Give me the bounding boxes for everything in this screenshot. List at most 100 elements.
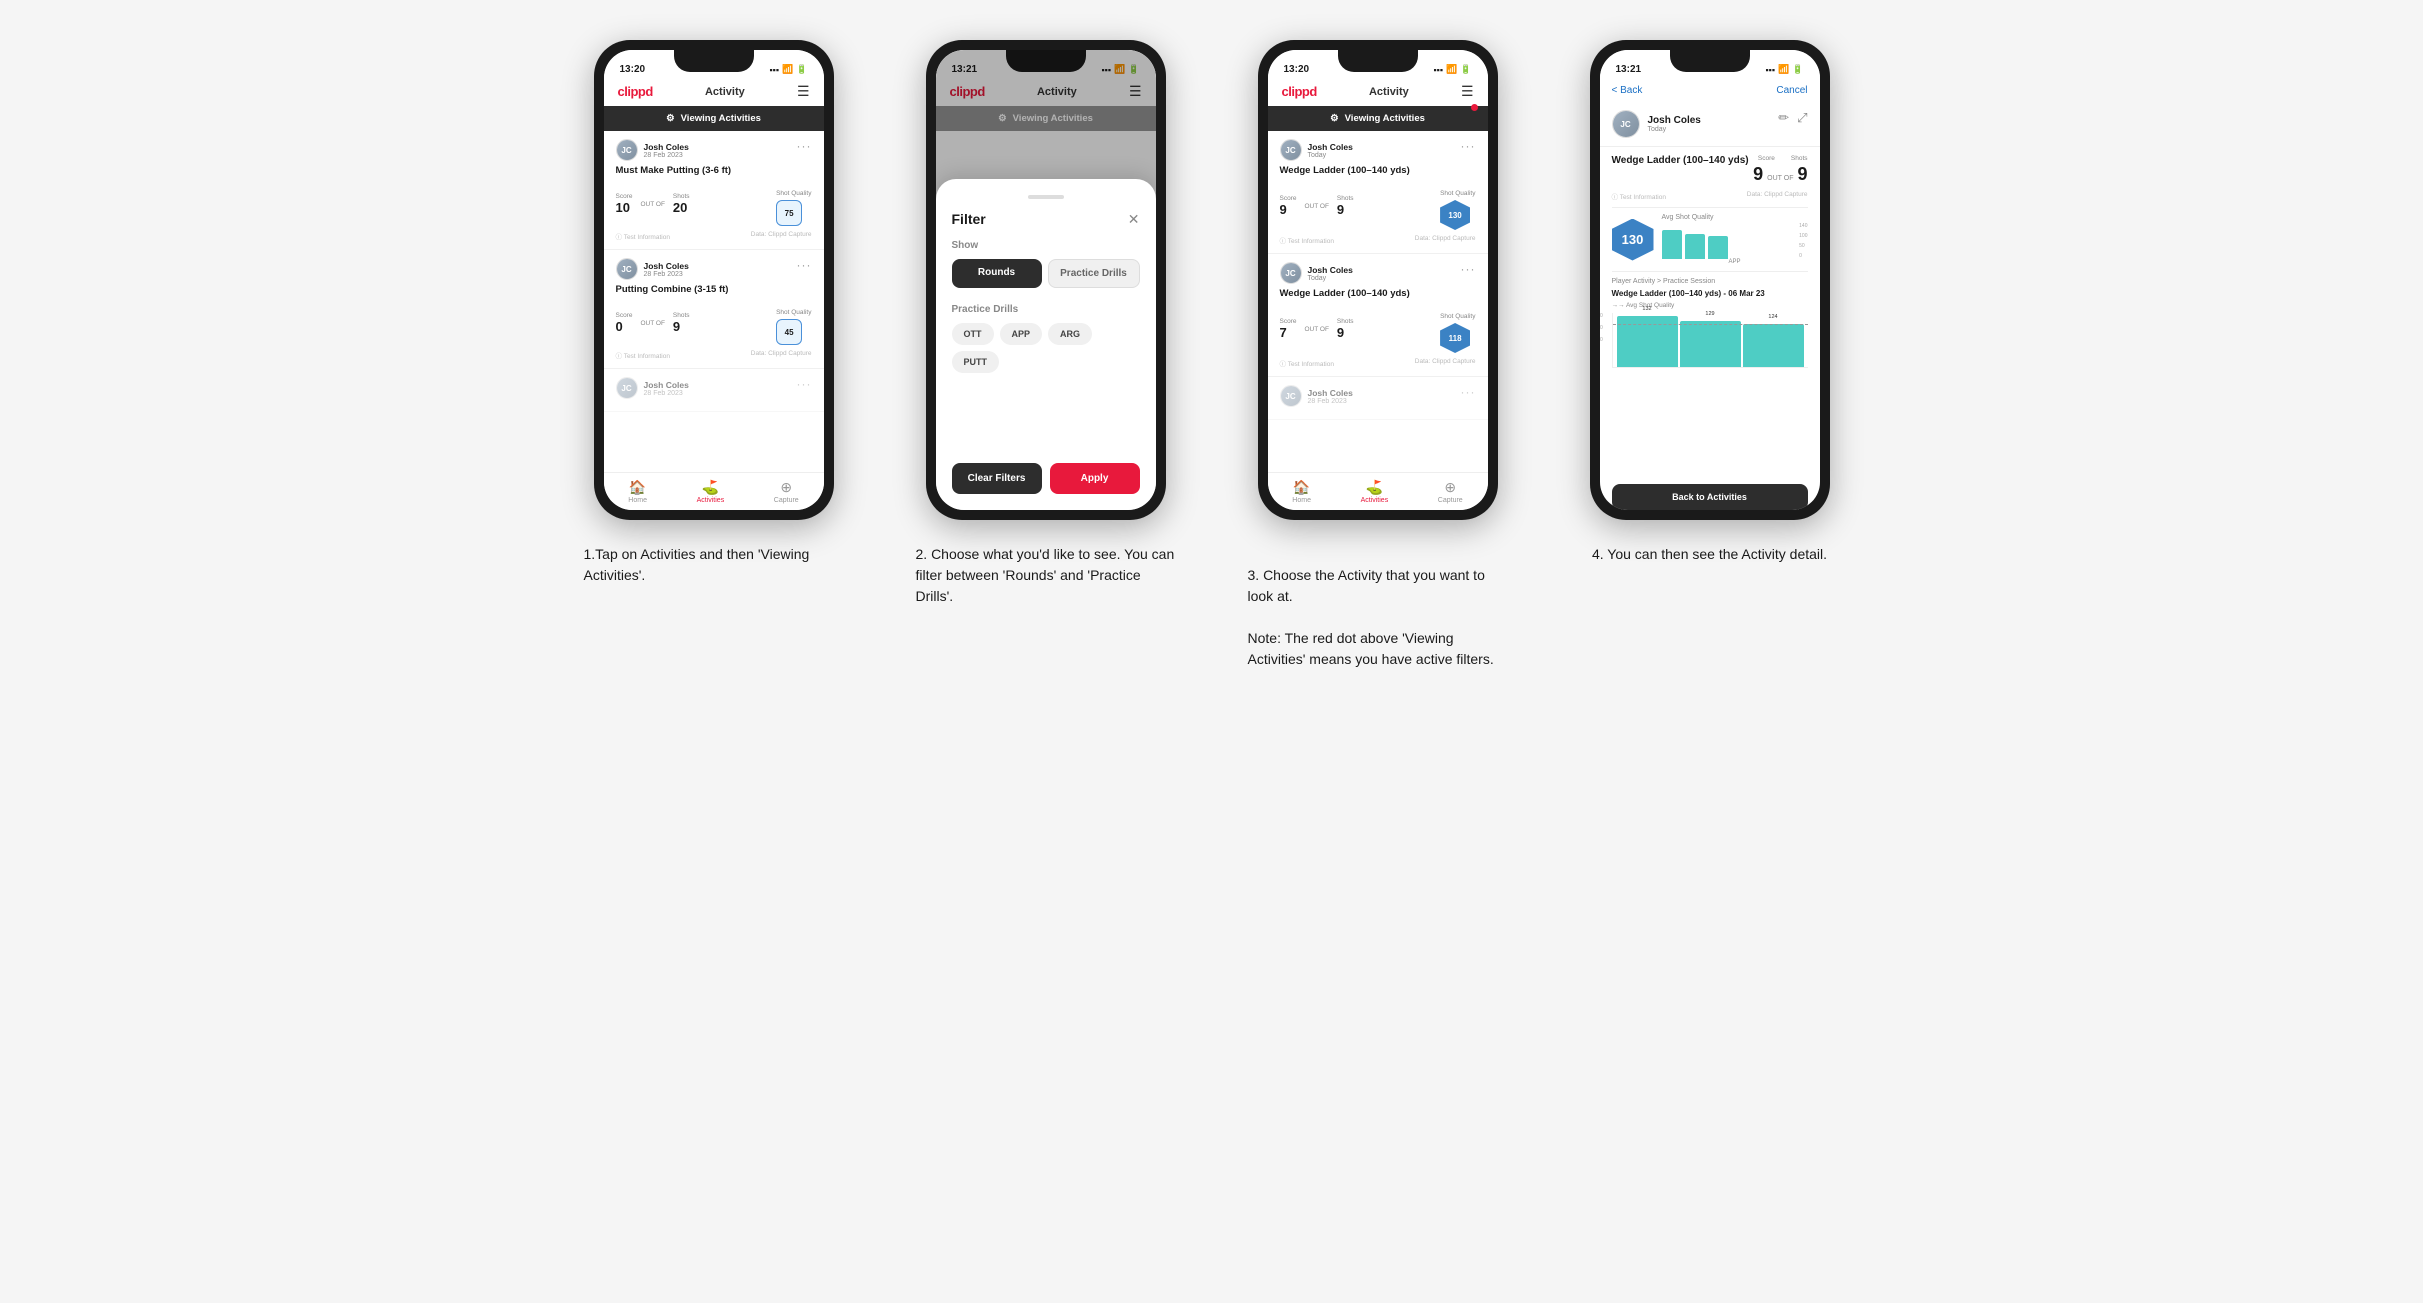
chip-ott[interactable]: OTT: [952, 323, 994, 345]
chip-putt[interactable]: PUTT: [952, 351, 1000, 373]
phone-1: 13:20 ▪▪▪ 📶 🔋 clippd Activity ☰ ⚙ Vi: [594, 40, 834, 520]
viewing-bar-label-1: Viewing Activities: [681, 113, 761, 124]
nav-menu-3[interactable]: ☰: [1461, 83, 1474, 100]
avatar-inner-4: JC: [1613, 111, 1639, 137]
apply-button[interactable]: Apply: [1050, 463, 1140, 494]
expand-icon-4[interactable]: ⤢: [1797, 110, 1807, 126]
card-header-1-2: JC Josh Coles 28 Feb 2023 ···: [616, 258, 812, 280]
stats-row-1-2: Score 0 OUT OF Shots 9 Shot Quality 45: [616, 301, 812, 345]
avatar-inner-3-3: JC: [1281, 386, 1301, 406]
card-footer-1-1: ⓘ Test Information Data: Clippd Capture: [616, 231, 812, 241]
nav-bar-3: clippd Activity ☰: [1268, 79, 1488, 106]
filter-tabs: Rounds Practice Drills: [952, 259, 1140, 288]
activity-card-3-2[interactable]: JC Josh Coles Today ··· Wedge Ladder (10…: [1268, 254, 1488, 377]
quality-badge-1-1: 75: [776, 200, 802, 226]
rounds-tab[interactable]: Rounds: [952, 259, 1042, 288]
dots-menu-3-2[interactable]: ···: [1461, 262, 1476, 276]
logo-1: clippd: [618, 84, 653, 99]
score-label-3-1: Score: [1280, 195, 1297, 202]
bottom-nav-1: 🏠 Home ⛳ Activities ⊕ Capture: [604, 472, 824, 510]
footer-left-1-1: ⓘ Test Information: [616, 231, 670, 241]
dots-menu-1-2[interactable]: ···: [797, 258, 812, 272]
detail-header-4: < Back Cancel: [1600, 79, 1820, 102]
edit-icon-4[interactable]: ✏: [1778, 110, 1789, 126]
avatar-inner-3-2: JC: [1281, 263, 1301, 283]
capture-icon-3: ⊕: [1444, 479, 1456, 496]
nav-capture-1[interactable]: ⊕ Capture: [774, 479, 799, 504]
card-header-1-3: JC Josh Coles 28 Feb 2023 ···: [616, 377, 812, 399]
viewing-bar-1[interactable]: ⚙ Viewing Activities: [604, 106, 824, 131]
card-footer-1-2: ⓘ Test Information Data: Clippd Capture: [616, 350, 812, 360]
home-label-1: Home: [628, 497, 647, 504]
home-label-3: Home: [1292, 497, 1311, 504]
show-label: Show: [952, 240, 1140, 251]
bottom-nav-3: 🏠 Home ⛳ Activities ⊕ Capture: [1268, 472, 1488, 510]
close-button[interactable]: ✕: [1128, 211, 1140, 228]
phone-4: 13:21 ▪▪▪ 📶 🔋 < Back Cancel: [1590, 40, 1830, 520]
drill-chips: OTT APP ARG PUTT: [952, 323, 1140, 373]
dots-menu-1-1[interactable]: ···: [797, 139, 812, 153]
red-dot-3: [1471, 104, 1478, 111]
viewing-bar-3[interactable]: ⚙ Viewing Activities: [1268, 106, 1488, 131]
nav-activities-3[interactable]: ⛳ Activities: [1361, 479, 1389, 504]
phone-notch-1: [674, 50, 754, 72]
data-label-4: Data: Clippd Capture: [1747, 191, 1808, 201]
quality-badge-3-2: 118: [1440, 323, 1470, 353]
phone-2: 13:21 ▪▪▪ 📶 🔋 clippd Activity ☰ ⚙ Viewin…: [926, 40, 1166, 520]
bar-label-2: 129: [1705, 311, 1714, 317]
title-score-row: Wedge Ladder (100–140 yds) Score Shots: [1612, 155, 1808, 185]
nav-activities-1[interactable]: ⛳ Activities: [697, 479, 725, 504]
dots-menu-3-1[interactable]: ···: [1461, 139, 1476, 153]
activity-card-1-2[interactable]: JC Josh Coles 28 Feb 2023 ··· Putting Co…: [604, 250, 824, 369]
nav-capture-3[interactable]: ⊕ Capture: [1438, 479, 1463, 504]
avatar-3-1: JC: [1280, 139, 1302, 161]
user-name-3-3: Josh Coles: [1308, 388, 1353, 398]
back-button-4[interactable]: < Back: [1612, 85, 1643, 96]
stats-row-3-2: Score 7 OUT OF Shots 9 Shot Quality: [1280, 305, 1476, 353]
card-user-3-2: JC Josh Coles Today: [1280, 262, 1353, 284]
user-info-1-1: Josh Coles 28 Feb 2023: [644, 142, 689, 159]
avatar-inner-1-3: JC: [617, 378, 637, 398]
chip-arg[interactable]: ARG: [1048, 323, 1092, 345]
card-user-3-3: JC Josh Coles 28 Feb 2023: [1280, 385, 1353, 407]
card-title-3-2: Wedge Ladder (100–140 yds): [1280, 288, 1476, 299]
activity-card-1-1[interactable]: JC Josh Coles 28 Feb 2023 ··· Must Make …: [604, 131, 824, 250]
title-section: Wedge Ladder (100–140 yds): [1612, 155, 1754, 174]
cancel-button-4[interactable]: Cancel: [1776, 85, 1807, 96]
filter-modal: Filter ✕ Show Rounds Practice Drills Pra…: [936, 179, 1156, 510]
back-to-activities-button[interactable]: Back to Activities: [1612, 484, 1808, 510]
practice-drills-tab[interactable]: Practice Drills: [1048, 259, 1140, 288]
activities-icon-3: ⛳: [1366, 479, 1383, 496]
drill-header: Wedge Ladder (100–140 yds) - 06 Mar 23: [1612, 289, 1808, 298]
divider-4a: [1612, 207, 1808, 208]
phone-notch-3: [1338, 50, 1418, 72]
score-val-1-1: 10: [616, 200, 633, 215]
avg-line: [1613, 324, 1808, 325]
clear-filters-button[interactable]: Clear Filters: [952, 463, 1042, 494]
quality-label-3-2: Shot Quality: [1440, 313, 1475, 320]
time-4: 13:21: [1616, 64, 1642, 75]
user-date-4: Today: [1648, 126, 1701, 133]
detail-content-4: Wedge Ladder (100–140 yds) Score Shots: [1600, 147, 1820, 476]
activities-label-1: Activities: [697, 497, 725, 504]
score-label-1-1: Score: [616, 193, 633, 200]
quality-badge-1-2: 45: [776, 319, 802, 345]
stat-group-score-1-1: Score 10: [616, 193, 633, 215]
shots-col-label: Shots: [1791, 155, 1808, 162]
chip-app[interactable]: APP: [1000, 323, 1043, 345]
nav-menu-1[interactable]: ☰: [797, 83, 810, 100]
activities-label-3: Activities: [1361, 497, 1389, 504]
bar-label-1: 132: [1642, 306, 1651, 312]
detail-user-row-4: JC Josh Coles Today ✏ ⤢: [1600, 102, 1820, 147]
phone-screen-4: 13:21 ▪▪▪ 📶 🔋 < Back Cancel: [1600, 50, 1820, 510]
card-footer-3-2: ⓘ Test Information Data: Clippd Capture: [1280, 358, 1476, 368]
status-icons-1: ▪▪▪ 📶 🔋: [769, 64, 807, 75]
nav-home-3[interactable]: 🏠 Home: [1292, 479, 1311, 504]
quality-label-1-1: Shot Quality: [776, 190, 811, 197]
filter-header: Filter ✕: [952, 211, 1140, 228]
activity-card-3-1[interactable]: JC Josh Coles Today ··· Wedge Ladder (10…: [1268, 131, 1488, 254]
quality-label-3-1: Shot Quality: [1440, 190, 1475, 197]
dots-menu-3-3: ···: [1461, 385, 1476, 399]
user-date-1-2: 28 Feb 2023: [644, 271, 689, 278]
nav-home-1[interactable]: 🏠 Home: [628, 479, 647, 504]
